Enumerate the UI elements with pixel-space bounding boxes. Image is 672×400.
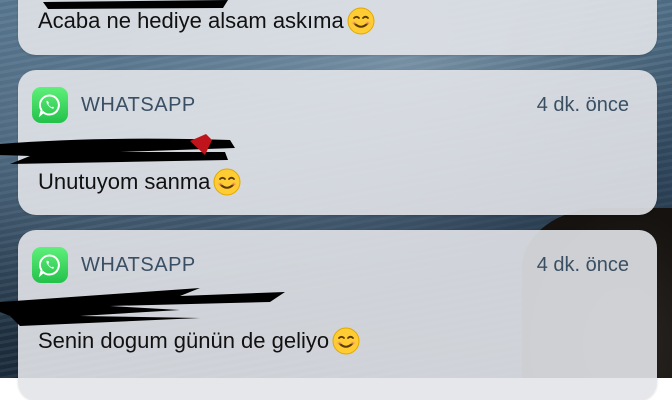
smiling-face-icon: [332, 327, 360, 355]
notification-time: 4 dk. önce: [536, 93, 629, 116]
smiling-face-icon: [347, 7, 375, 35]
message-text: Senin dogum günün de geliyo: [38, 328, 330, 353]
redaction-scribble: [0, 288, 285, 326]
notification-message: Acaba ne hediye alsam askıma: [38, 6, 376, 36]
notification-card-1[interactable]: Acaba ne hediye alsam askıma: [18, 0, 657, 55]
notification-time: 4 dk. önce: [536, 253, 629, 276]
notification-header: WHATSAPP 4 dk. önce: [32, 87, 629, 123]
notification-message: Unutuyom sanma: [38, 167, 242, 197]
app-name: WHATSAPP: [81, 253, 196, 276]
message-text: Unutuyom sanma: [38, 169, 211, 194]
message-text: Acaba ne hediye alsam askıma: [38, 8, 344, 33]
app-name: WHATSAPP: [81, 93, 196, 116]
notification-header: WHATSAPP 4 dk. önce: [32, 247, 629, 283]
notification-card-2[interactable]: WHATSAPP 4 dk. önce Unutuyom sanma: [0, 70, 657, 215]
smiling-face-icon: [213, 168, 241, 196]
notification-card-3[interactable]: WHATSAPP 4 dk. önce Senin dogum günün de…: [0, 230, 657, 400]
whatsapp-icon: [32, 87, 68, 123]
notification-message: Senin dogum günün de geliyo: [38, 326, 361, 356]
whatsapp-icon: [32, 247, 68, 283]
